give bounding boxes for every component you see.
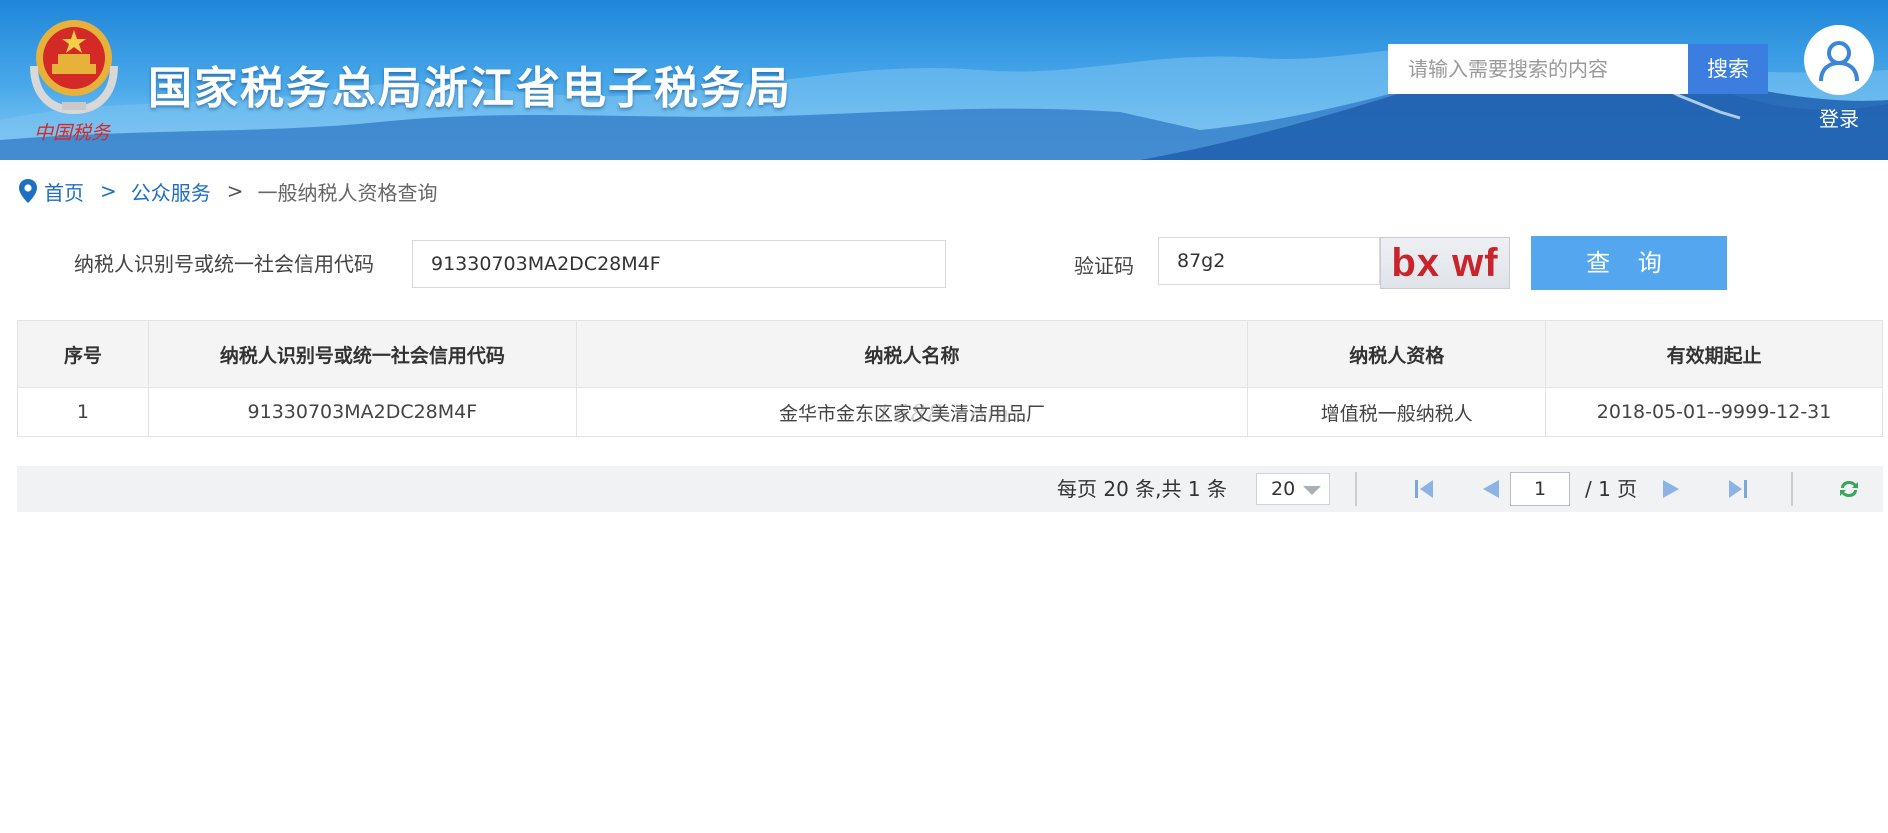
column-header-validity: 有效期起止	[1545, 320, 1883, 388]
page-size-select[interactable]: 20	[1256, 473, 1330, 505]
user-avatar-icon[interactable]	[1804, 25, 1874, 95]
cell-taxpayer-id: 91330703MA2DC28M4F	[147, 387, 577, 437]
search-input[interactable]	[1388, 44, 1688, 94]
prev-page-icon[interactable]	[1477, 477, 1505, 501]
logo-calligraphy: 中国税务	[34, 122, 111, 144]
header-banner: 中国税务 国家税务总局浙江省电子税务局 搜索 登录	[0, 0, 1888, 160]
cell-qualification: 增值税一般纳税人	[1247, 387, 1547, 437]
breadcrumb-separator: >	[100, 179, 117, 203]
current-page-input[interactable]	[1510, 472, 1570, 506]
next-page-icon[interactable]	[1657, 477, 1685, 501]
total-pages: / 1 页	[1585, 477, 1638, 501]
column-header-index: 序号	[17, 320, 149, 388]
taxpayer-id-label: 纳税人识别号或统一社会信用代码	[74, 252, 374, 276]
table-header-row: 序号 纳税人识别号或统一社会信用代码 纳税人名称 纳税人资格 有效期起止	[17, 320, 1883, 388]
breadcrumb-separator: >	[226, 179, 244, 203]
column-header-qualification: 纳税人资格	[1247, 320, 1547, 388]
location-pin-icon	[19, 179, 37, 203]
last-page-icon[interactable]	[1723, 477, 1751, 501]
breadcrumb: 首页 > 公众服务 > 一般纳税人资格查询	[18, 176, 438, 206]
captcha-label: 验证码	[1074, 254, 1134, 278]
breadcrumb-public-service-link[interactable]: 公众服务	[131, 177, 211, 206]
first-page-icon[interactable]	[1411, 477, 1439, 501]
pagination-summary: 每页 20 条,共 1 条	[1057, 477, 1227, 501]
column-header-taxpayer-id: 纳税人识别号或统一社会信用代码	[147, 320, 577, 388]
breadcrumb-home-link[interactable]: 首页	[44, 177, 84, 206]
pager-divider	[1355, 472, 1357, 506]
search-button[interactable]: 搜索	[1688, 44, 1768, 94]
refresh-icon[interactable]	[1835, 477, 1863, 501]
national-emblem-logo: 中国税务	[22, 14, 126, 144]
taxpayer-id-input[interactable]	[412, 240, 946, 288]
captcha-input[interactable]	[1158, 237, 1380, 285]
watermark: 1688.com	[876, 400, 1012, 428]
column-header-taxpayer-name: 纳税人名称	[575, 320, 1249, 388]
pager-divider	[1791, 472, 1793, 506]
query-button[interactable]: 查 询	[1531, 236, 1727, 290]
login-button[interactable]: 登录	[1802, 25, 1876, 132]
breadcrumb-current: 一般纳税人资格查询	[257, 180, 438, 205]
pagination-bar: 每页 20 条,共 1 条 20 / 1 页	[17, 466, 1883, 512]
site-title: 国家税务总局浙江省电子税务局	[148, 63, 792, 114]
captcha-image[interactable]: bx wf	[1380, 237, 1510, 289]
chevron-down-icon[interactable]	[1303, 486, 1321, 495]
cell-validity: 2018-05-01--9999-12-31	[1545, 387, 1883, 437]
login-label[interactable]: 登录	[1802, 103, 1876, 132]
cell-index: 1	[17, 387, 149, 437]
page-size-value[interactable]: 20	[1271, 478, 1295, 500]
